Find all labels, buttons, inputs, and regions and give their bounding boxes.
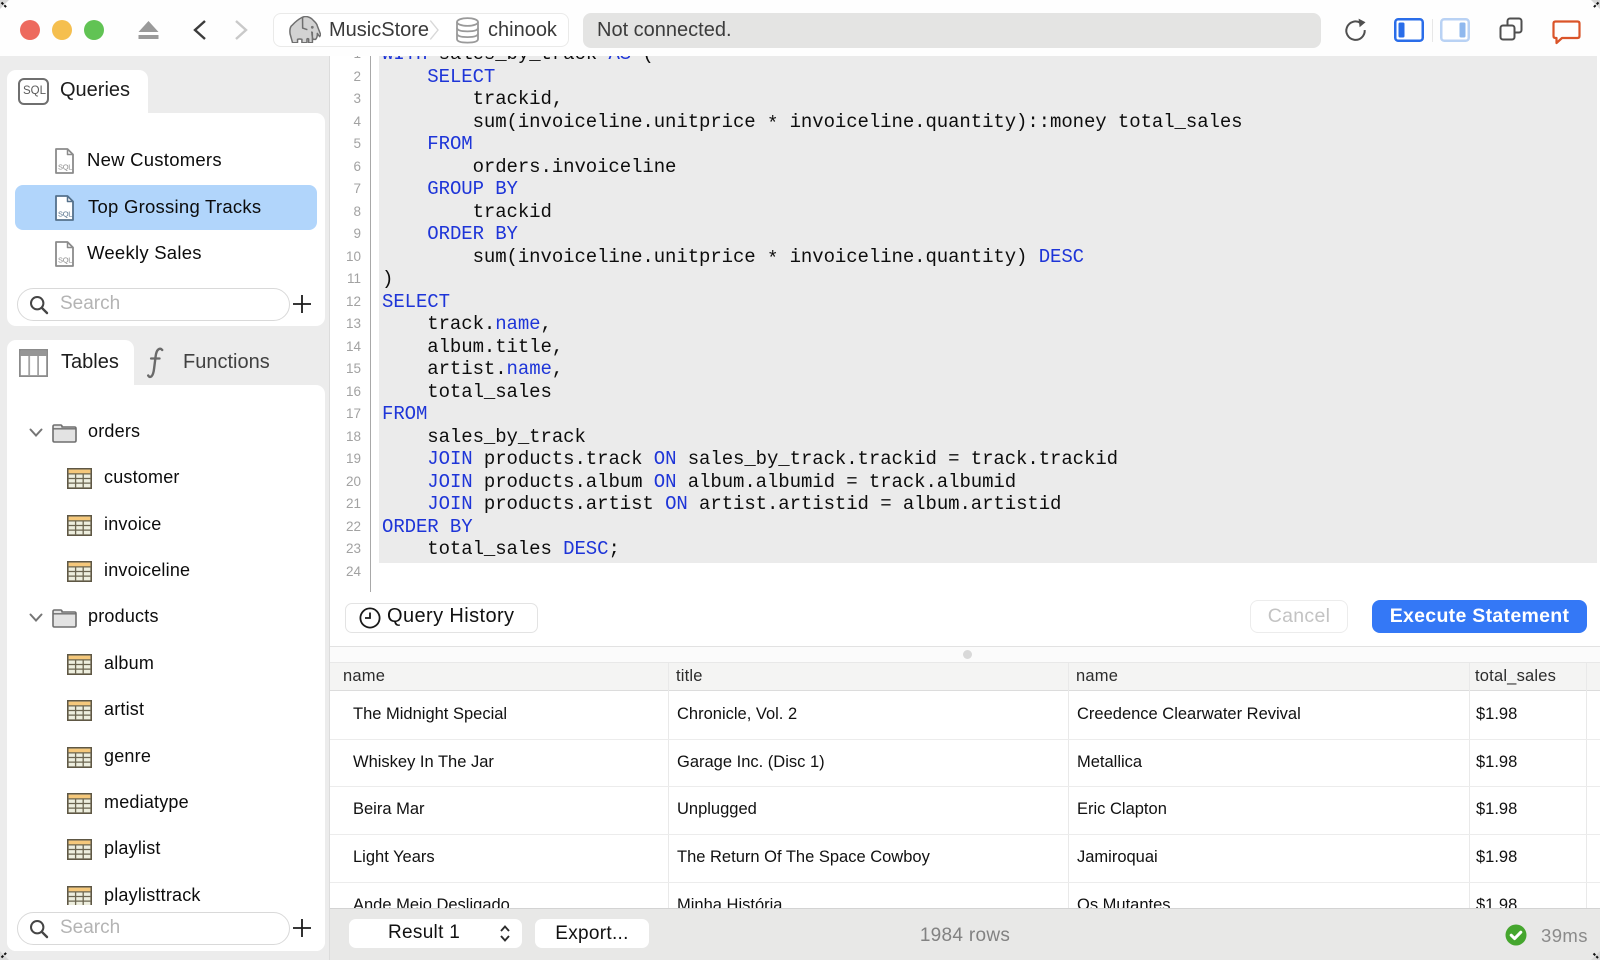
svg-text:SQL: SQL — [58, 210, 72, 219]
svg-text:SQL: SQL — [58, 256, 72, 265]
svg-text:SQL: SQL — [58, 163, 72, 172]
